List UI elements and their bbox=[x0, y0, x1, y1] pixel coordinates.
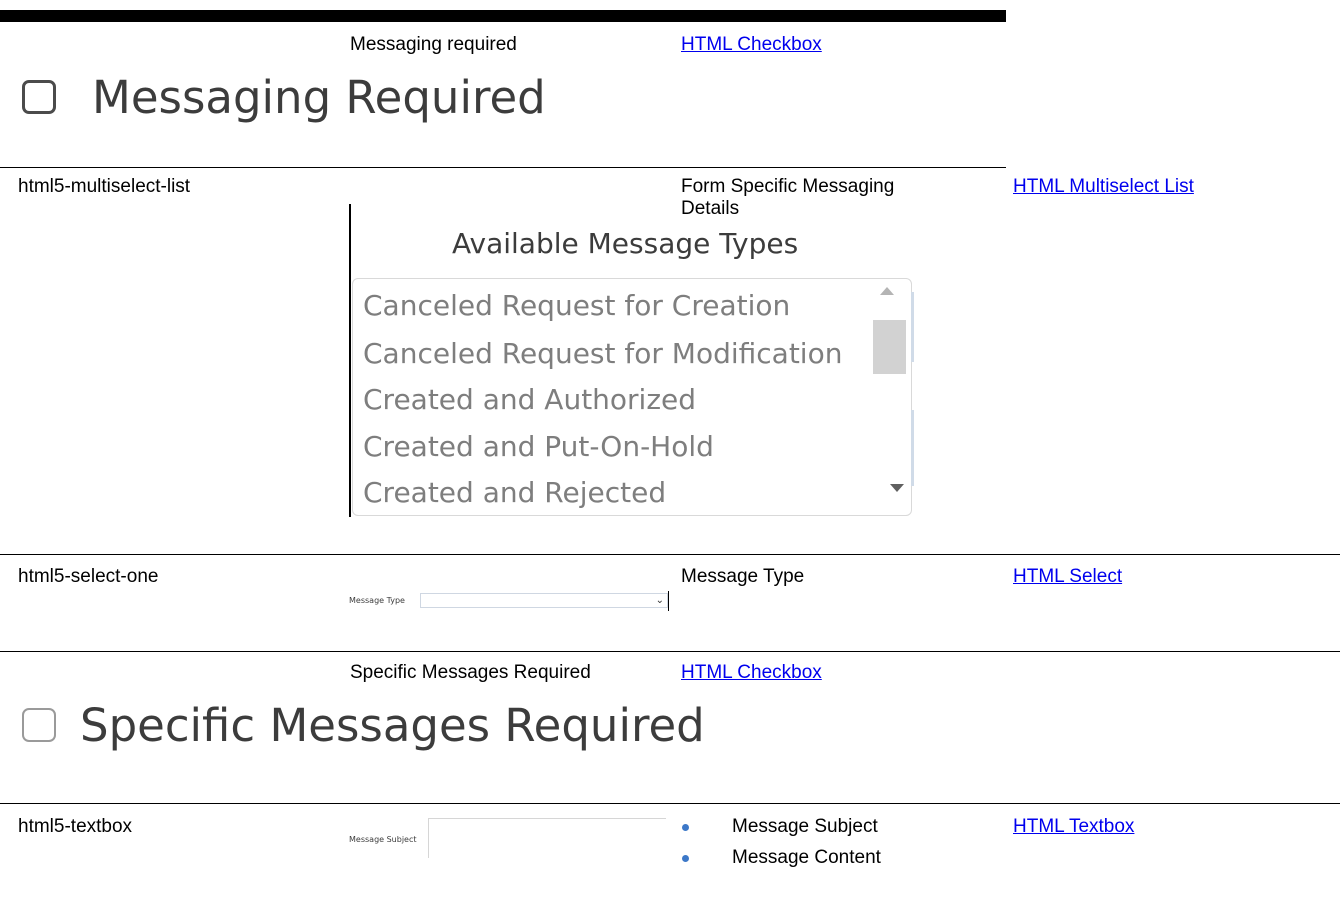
available-message-types-heading: Available Message Types bbox=[452, 227, 799, 260]
html-select-link[interactable]: HTML Select bbox=[1013, 566, 1122, 588]
bullet-dot-icon bbox=[682, 855, 689, 862]
bullet-dot-icon bbox=[682, 824, 689, 831]
message-subject-input[interactable] bbox=[428, 818, 666, 858]
row-element-name: Message Content bbox=[732, 847, 881, 868]
messaging-required-checkbox[interactable] bbox=[22, 80, 56, 114]
row-divider bbox=[0, 651, 1340, 652]
message-type-label: Message Type bbox=[349, 596, 405, 605]
chevron-down-icon: ⌄ bbox=[655, 595, 664, 606]
list-item[interactable]: Created and Authorized bbox=[363, 383, 696, 417]
list-item[interactable]: Created and Rejected bbox=[363, 476, 666, 510]
snapshot-right-border bbox=[668, 591, 669, 611]
list-item[interactable]: Created and Put-On-Hold bbox=[363, 430, 714, 464]
table-top-border bbox=[0, 10, 1006, 22]
row-divider bbox=[0, 554, 1340, 555]
specific-messages-required-label: Specific Messages Required bbox=[80, 699, 705, 752]
row-element-name: Specific Messages Required bbox=[350, 662, 591, 683]
html-multiselect-list-link[interactable]: HTML Multiselect List bbox=[1013, 176, 1194, 198]
row-element-id: html5-multiselect-list bbox=[18, 176, 191, 197]
list-item[interactable]: Canceled Request for Creation bbox=[363, 289, 790, 323]
message-type-select[interactable]: ⌄ bbox=[420, 593, 668, 608]
row-divider bbox=[0, 803, 1340, 804]
row-element-name: Messaging required bbox=[350, 34, 517, 55]
html-textbox-link[interactable]: HTML Textbox bbox=[1013, 816, 1134, 838]
row-element-name: Form Specific Messaging Details bbox=[681, 176, 895, 219]
triangle-up-icon[interactable] bbox=[880, 287, 894, 295]
html-checkbox-link[interactable]: HTML Checkbox bbox=[681, 34, 822, 56]
triangle-down-icon[interactable] bbox=[890, 484, 904, 492]
messaging-required-label: Messaging Required bbox=[92, 71, 546, 124]
specific-messages-required-snapshot: Specific Messages Required bbox=[18, 698, 705, 758]
scrollbar-thumb[interactable] bbox=[873, 320, 906, 374]
available-message-types-list[interactable]: Canceled Request for Creation Canceled R… bbox=[352, 278, 912, 516]
html-checkbox-link[interactable]: HTML Checkbox bbox=[681, 662, 822, 684]
specific-messages-required-checkbox[interactable] bbox=[22, 708, 56, 742]
snapshot-left-border bbox=[349, 204, 351, 517]
row-element-name: Message Subject bbox=[732, 816, 878, 837]
list-item[interactable]: Canceled Request for Modification bbox=[363, 337, 842, 371]
scrollbar-track-edge bbox=[911, 292, 914, 362]
messaging-required-snapshot: Messaging Required bbox=[18, 70, 546, 130]
row-divider bbox=[0, 167, 1006, 168]
row-element-id: html5-select-one bbox=[18, 566, 159, 587]
row-element-id: html5-textbox bbox=[18, 816, 133, 837]
row-element-name: Message Type bbox=[681, 566, 805, 587]
message-subject-label: Message Subject bbox=[349, 835, 417, 844]
scrollbar-track-edge bbox=[911, 410, 914, 486]
